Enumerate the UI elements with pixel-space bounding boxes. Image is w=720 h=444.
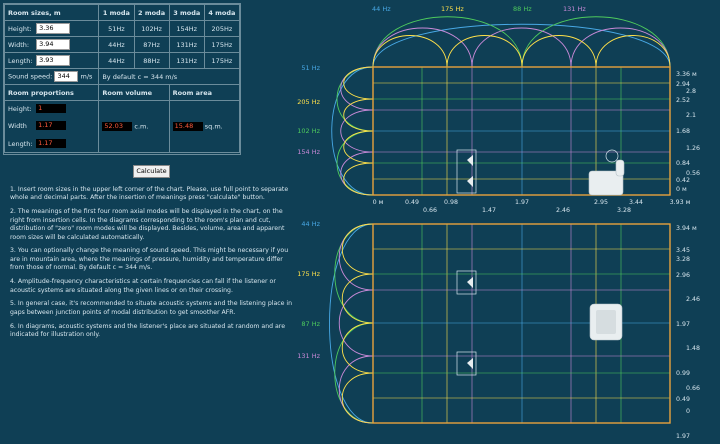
chair-icon <box>588 149 625 196</box>
top-right-tick: 2.8 <box>686 88 696 95</box>
bottom-right-ticks: 3.94 м 3.45 3.28 2.96 2.46 1.97 1.48 0.9… <box>676 225 700 440</box>
bottom-left-freq-label-1: 44 Hz <box>301 220 320 228</box>
bottom-tick: 1.97 <box>515 199 529 206</box>
top-right-tick: 1.26 <box>686 145 700 152</box>
bottom-right-tick: 0.49 <box>676 396 690 403</box>
bottom-right-tick: 2.96 <box>676 272 690 279</box>
bottom-tick: 1.47 <box>482 207 496 214</box>
bottom-right-tick: 3.94 м <box>676 225 697 232</box>
top-freq-label-4: 131 Hz <box>563 5 586 13</box>
bottom-right-tick: 0.66 <box>686 385 700 392</box>
top-right-tick: 1.68 <box>676 128 690 135</box>
top-right-tick: 0.42 <box>676 177 690 184</box>
bottom-mode-curves <box>329 223 374 424</box>
top-bottom-ticks: 0 м 0.49 0.98 1.97 2.95 3.44 3.93 м 0.66… <box>373 199 691 214</box>
top-right-tick: 2.1 <box>686 112 696 119</box>
top-curve-m4 <box>372 35 671 68</box>
bottom-tick: 0.66 <box>423 207 437 214</box>
top-right-tick: 2.94 <box>676 81 690 88</box>
speaker-icon <box>456 149 477 194</box>
bottom-right-tick: 2.46 <box>686 296 700 303</box>
bottom-right-tick: 3.28 <box>676 256 690 263</box>
bottom-left-freq-label-4: 131 Hz <box>297 352 320 360</box>
bottom-left-freq-label-3: 87 Hz <box>301 320 320 328</box>
mode-diagrams: 44 Hz 175 Hz 88 Hz 131 Hz 51 Hz 205 Hz 1… <box>297 5 700 440</box>
left-freq-label-1: 51 Hz <box>301 64 320 72</box>
bottom-tick: 3.44 <box>629 199 643 206</box>
bottom-right-tick: 0.99 <box>676 370 690 377</box>
bottom-tick: 2.95 <box>594 199 608 206</box>
top-grid <box>373 67 670 195</box>
bottom-tick: 0.49 <box>405 199 419 206</box>
bottom-right-tick: 1.97 <box>676 321 690 328</box>
speaker-icon <box>456 270 477 295</box>
bottom-tick: 0.98 <box>444 199 458 206</box>
bottom-right-tick: 3.45 <box>676 247 690 254</box>
bottom-right-tick: 1.97 <box>676 433 690 440</box>
armchair-icon <box>589 303 623 341</box>
top-freq-label-3: 88 Hz <box>513 5 532 13</box>
left-curve-m4 <box>343 66 374 196</box>
bottom-tick: 2.46 <box>556 207 570 214</box>
top-freq-label-1: 44 Hz <box>372 5 391 13</box>
left-freq-label-3: 102 Hz <box>297 127 320 135</box>
top-right-tick: 0.56 <box>686 170 700 177</box>
top-right-tick: 3.36 м <box>676 71 697 78</box>
top-right-tick: 0 м <box>676 186 687 193</box>
bottom-right-tick: 1.48 <box>686 345 700 352</box>
left-freq-label-4: 154 Hz <box>297 148 320 156</box>
bottom-grid <box>373 224 670 423</box>
bottom-room-frame <box>372 223 671 424</box>
top-right-tick: 0.84 <box>676 160 690 167</box>
speaker-icon <box>456 351 477 376</box>
bottom-right-tick: 0 <box>686 408 690 415</box>
bottom-left-freq-label-2: 175 Hz <box>297 270 320 278</box>
top-freq-label-2: 175 Hz <box>441 5 464 13</box>
top-right-tick: 2.52 <box>676 97 690 104</box>
bottom-tick: 0 м <box>373 199 384 206</box>
bottom-tick: 3.28 <box>617 207 631 214</box>
left-freq-label-2: 205 Hz <box>297 98 320 106</box>
bottom-tick: 3.93 м <box>670 199 691 206</box>
top-right-ticks: 3.36 м 2.94 2.8 2.52 2.1 1.68 1.26 0.84 … <box>676 71 700 193</box>
